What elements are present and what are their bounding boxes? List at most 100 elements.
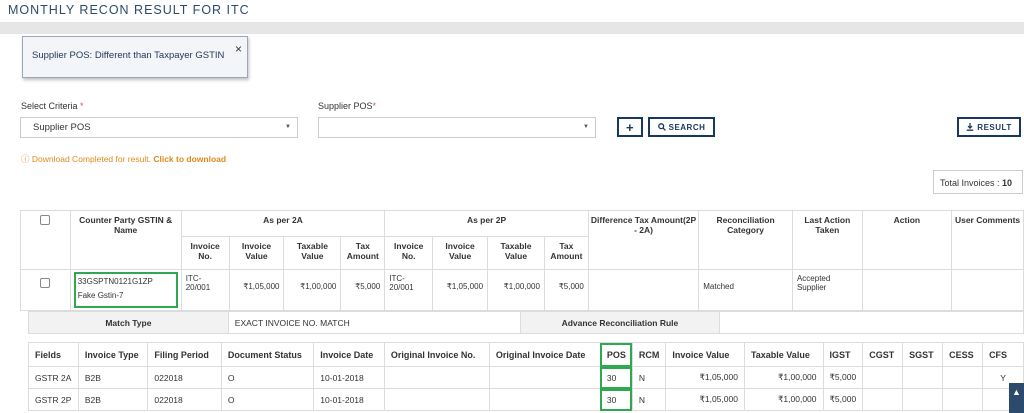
table-row: GSTR 2P B2B 022018 O 10-01-2018 30 N ₹1,… — [28, 388, 1024, 411]
close-icon[interactable]: × — [235, 42, 242, 56]
select-all-checkbox[interactable] — [40, 215, 51, 225]
detail-cell: N — [631, 388, 667, 411]
header-2p-taxable-value: Taxable Value — [487, 236, 545, 270]
total-invoices-value: 10 — [1002, 178, 1013, 188]
detail-cell: ₹5,000 — [822, 366, 864, 389]
header-divider — [0, 22, 1024, 34]
detail-cell: ₹1,05,000 — [665, 366, 745, 389]
notification-toast: Supplier POS: Different than Taxpayer GS… — [22, 36, 248, 78]
detail-table: Fields Invoice Type Filing Period Docume… — [28, 342, 1024, 411]
cell-user-comments — [951, 269, 1024, 311]
detail-header: CFS — [982, 342, 1024, 367]
info-icon: ⓘ — [21, 154, 30, 164]
detail-cell — [902, 366, 944, 389]
criteria-select-value: Supplier POS — [33, 122, 91, 133]
detail-header: SGST — [902, 342, 944, 367]
header-action: Action — [861, 210, 953, 270]
detail-cell: N — [631, 366, 667, 389]
cell-2a-invoice-value: ₹1,05,000 — [228, 269, 285, 311]
result-button[interactable]: RESULT — [957, 117, 1021, 137]
header-2p-invoice-no: Invoice No. — [384, 236, 434, 270]
cell-recon-category: Matched — [698, 269, 793, 311]
detail-cell — [862, 388, 904, 411]
detail-cell: O — [220, 388, 315, 411]
table-row[interactable]: 33GSPTN0121G1ZP Fake Gstin-7 ITC-20/001 … — [20, 269, 1024, 311]
match-type-label: Match Type — [28, 311, 229, 334]
detail-cell — [488, 366, 601, 389]
download-link[interactable]: Click to download — [153, 154, 226, 164]
detail-header: Invoice Date — [313, 342, 385, 367]
header-last-action: Last Action Taken — [791, 210, 863, 270]
caret-down-icon: ▼ — [285, 124, 291, 130]
counterparty-gstin: 33GSPTN0121G1ZP — [77, 277, 153, 286]
pos-label: Supplier POS* — [318, 101, 377, 111]
detail-cell — [902, 388, 944, 411]
detail-header: Invoice Type — [77, 342, 149, 367]
detail-cell: GSTR 2A — [28, 366, 79, 389]
rule-label: Advance Reconciliation Rule — [519, 311, 721, 334]
detail-cell-pos: 30 — [599, 388, 633, 411]
detail-cell: O — [220, 366, 315, 389]
download-status: ⓘ Download Completed for result. Click t… — [21, 153, 226, 165]
detail-cell: 022018 — [147, 388, 222, 411]
header-as-per-2a: As per 2A — [180, 210, 386, 237]
criteria-select[interactable]: Supplier POS ▼ — [20, 117, 298, 138]
download-icon — [967, 123, 974, 131]
detail-header: IGST — [822, 342, 864, 367]
add-button[interactable]: + — [617, 117, 643, 137]
detail-header: Original Invoice Date — [488, 342, 601, 367]
detail-header-row: Fields Invoice Type Filing Period Docume… — [28, 342, 1024, 367]
detail-cell — [383, 388, 490, 411]
toast-message: Supplier POS: Different than Taxpayer GS… — [32, 50, 225, 61]
detail-header: CESS — [942, 342, 984, 367]
match-info-table: Match Type EXACT INVOICE NO. MATCH Advan… — [28, 311, 1024, 334]
match-type-value: EXACT INVOICE NO. MATCH — [227, 311, 521, 334]
detail-header: Document Status — [220, 342, 315, 367]
detail-cell: ₹1,00,000 — [743, 388, 824, 411]
cell-2a-invoice-no: ITC-20/001 — [180, 269, 230, 311]
search-button-label: SEARCH — [668, 122, 706, 132]
cell-difference — [587, 269, 700, 311]
page-title: MONTHLY RECON RESULT FOR ITC — [8, 3, 250, 17]
search-button[interactable]: SEARCH — [648, 117, 715, 137]
detail-cell — [942, 366, 984, 389]
select-all-cell — [20, 210, 71, 270]
header-2a-invoice-value: Invoice Value — [228, 236, 285, 270]
table-header-row: Counter Party GSTIN & Name As per 2A As … — [20, 210, 1024, 270]
cell-2a-taxable-value: ₹1,00,000 — [283, 269, 342, 311]
detail-header: Filing Period — [147, 342, 222, 367]
pos-select[interactable]: ▼ — [318, 117, 596, 138]
header-2p-tax-amount: Tax Amount — [543, 236, 589, 270]
recon-table: Counter Party GSTIN & Name As per 2A As … — [20, 210, 1024, 311]
table-row: GSTR 2A B2B 022018 O 10-01-2018 30 N ₹1,… — [28, 366, 1024, 389]
header-2a-invoice-no: Invoice No. — [180, 236, 230, 270]
total-invoices: Total Invoices : 10 — [933, 170, 1023, 194]
row-checkbox[interactable] — [40, 278, 51, 288]
header-difference: Difference Tax Amount(2P - 2A) — [587, 210, 700, 270]
header-as-per-2p: As per 2P — [384, 210, 589, 237]
criteria-label: Select Criteria * — [21, 101, 84, 111]
detail-header: CGST — [862, 342, 904, 367]
detail-header: Fields — [28, 342, 79, 367]
header-2p-invoice-value: Invoice Value — [432, 236, 489, 270]
header-2a-tax-amount: Tax Amount — [340, 236, 386, 270]
rule-value — [719, 311, 1024, 334]
cell-2p-invoice-no: ITC-20/001 — [384, 269, 434, 311]
total-invoices-label: Total Invoices : — [940, 178, 1000, 188]
counterparty-cell: 33GSPTN0121G1ZP Fake Gstin-7 — [69, 269, 182, 311]
arrow-up-icon[interactable]: ▲ — [1009, 383, 1024, 413]
detail-cell: 10-01-2018 — [313, 366, 385, 389]
detail-cell: B2B — [77, 366, 149, 389]
detail-cell: ₹1,05,000 — [665, 388, 745, 411]
cell-last-action: Accepted Supplier — [791, 269, 863, 311]
download-message: Download Completed for result. — [31, 154, 151, 164]
header-user-comments: User Comments — [951, 210, 1024, 270]
cell-action — [861, 269, 953, 311]
detail-header: RCM — [631, 342, 667, 367]
detail-cell: GSTR 2P — [28, 388, 79, 411]
detail-header: Invoice Value — [665, 342, 745, 367]
match-info-row: Match Type EXACT INVOICE NO. MATCH Advan… — [28, 311, 1024, 334]
counterparty-name: Fake Gstin-7 — [77, 291, 124, 300]
detail-header: Original Invoice No. — [383, 342, 490, 367]
cell-2p-taxable-value: ₹1,00,000 — [487, 269, 545, 311]
